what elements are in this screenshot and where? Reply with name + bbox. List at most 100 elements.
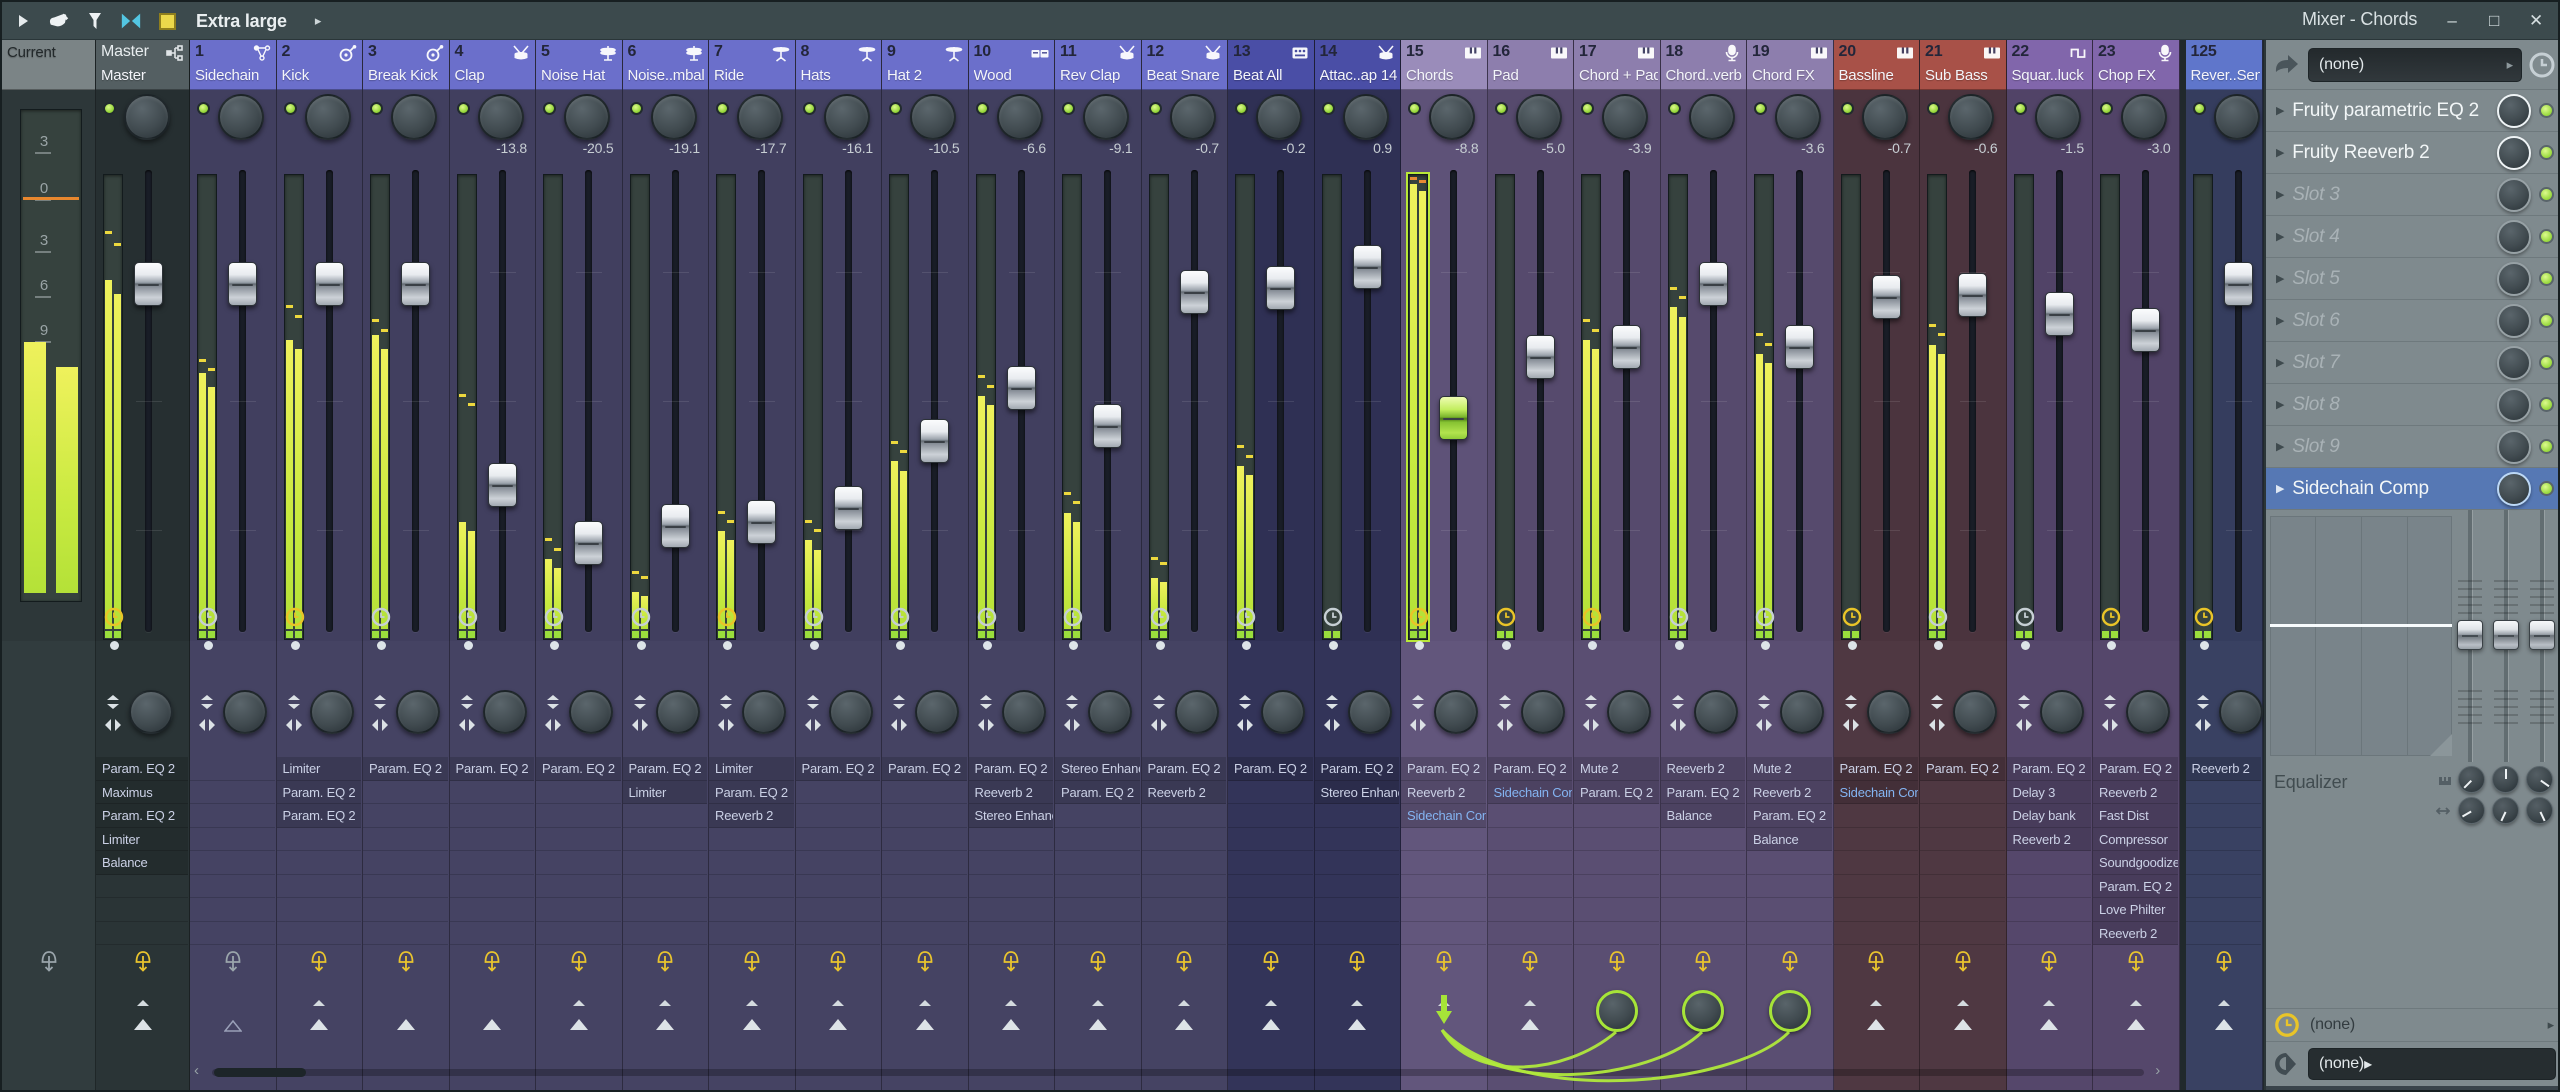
fx-slot-2[interactable]: ▶ Fruity Reeverb 2 [2266, 132, 2558, 174]
mute-led[interactable] [1321, 102, 1335, 115]
plugin-slot-row[interactable]: Reeverb 2 [1141, 780, 1226, 804]
send-caret-icon[interactable] [136, 1000, 149, 1006]
track-header[interactable]: 18 Chord..verb [1660, 40, 1746, 90]
track-delay-clock-icon[interactable] [104, 607, 124, 627]
track-header[interactable]: 5 Noise Hat [536, 40, 622, 90]
plugin-slot-row[interactable]: Param. EQ 2 [1747, 804, 1832, 828]
mixer-track-11[interactable]: 11 Rev Clap -9.1 Stereo EnhancerParam. EQ 2 [1055, 40, 1142, 1090]
fx-enable-lamp-icon[interactable] [2213, 950, 2235, 978]
track-delay-clock-icon[interactable] [198, 607, 218, 627]
funnel-icon[interactable] [84, 10, 106, 32]
slot-expand-arrow-icon[interactable]: ▶ [2276, 440, 2284, 453]
plugin-slot-row[interactable]: Param. EQ 2 [1055, 780, 1140, 804]
track-delay-clock-icon[interactable] [1755, 607, 1775, 627]
plugin-slot-row[interactable]: Param. EQ 2 [1920, 757, 2005, 781]
fx-enable-lamp-icon[interactable] [132, 950, 154, 978]
plugin-slot-row[interactable]: Sidechain Comp [1487, 780, 1572, 804]
fx-enable-lamp-icon[interactable] [1692, 950, 1714, 978]
record-arm-dot[interactable] [550, 641, 559, 650]
mixer-track-22[interactable]: 22 Squar..luck -1.5 Param. EQ 2 Delay 3 Delay… [2006, 40, 2093, 1090]
slot-expand-arrow-icon[interactable]: ▶ [2276, 314, 2284, 327]
send-caret-icon[interactable] [832, 1000, 845, 1006]
track-header[interactable]: 8 Hats [795, 40, 881, 90]
fx-mix-knob[interactable] [2497, 387, 2531, 422]
fx-mix-knob[interactable] [2497, 345, 2531, 380]
track-header[interactable]: Master Master [96, 40, 189, 90]
plugin-slot-row[interactable]: Param. EQ 2 [96, 804, 188, 828]
track-delay-clock-icon[interactable] [1063, 607, 1083, 627]
mixer-track-6[interactable]: 6 Noise..mbal -19.1 Param. EQ 2 Limiter [622, 40, 709, 1090]
send-switch-icon[interactable] [133, 1019, 152, 1030]
stereo-separation-knob[interactable] [1261, 690, 1305, 734]
pan-knob[interactable] [218, 94, 264, 140]
current-strip-header[interactable]: Current [2, 40, 95, 90]
volume-fader-handle[interactable] [1612, 324, 1641, 369]
pan-knob[interactable] [1429, 94, 1475, 140]
stereo-separation-knob[interactable] [915, 690, 959, 734]
stereo-separation-knob[interactable] [1780, 690, 1824, 734]
track-header[interactable]: 9 Hat 2 [882, 40, 968, 90]
plugin-slot-row[interactable]: Fast Dist [2093, 804, 2178, 828]
mute-led[interactable] [456, 102, 470, 115]
track-header[interactable]: 125 Rever..Send [2185, 40, 2262, 90]
volume-fader-handle[interactable] [1179, 270, 1209, 315]
fx-enable-lamp-icon[interactable] [481, 950, 503, 978]
record-arm-dot[interactable] [1847, 641, 1857, 650]
fx-slot-7[interactable]: ▶ Slot 7 [2266, 342, 2558, 384]
slot-expand-arrow-icon[interactable]: ▶ [2276, 188, 2284, 201]
record-arm-dot[interactable] [1328, 641, 1338, 650]
record-arm-dot[interactable] [809, 641, 819, 650]
mixer-track-7[interactable]: 7 Ride -17.7 Limiter Param. EQ 2 Reeverb 2 [709, 40, 796, 1090]
scrollbar-handle[interactable] [214, 1068, 306, 1077]
track-header[interactable]: 7 Ride [709, 40, 795, 90]
send-switch-icon[interactable] [1261, 1019, 1280, 1030]
pan-knob[interactable] [2213, 94, 2260, 140]
fx-enable-lamp-icon[interactable] [568, 950, 590, 978]
track-delay-clock-icon[interactable] [2194, 607, 2214, 627]
plugin-slot-row[interactable]: Param. EQ 2 [1314, 757, 1399, 781]
stereo-separation-knob[interactable] [1866, 690, 1911, 734]
mute-led[interactable] [1667, 102, 1681, 115]
plugin-slot-row[interactable]: Param. EQ 2 [276, 780, 361, 804]
record-arm-dot[interactable] [1501, 641, 1511, 650]
send-switch-icon[interactable] [2214, 1019, 2233, 1030]
track-delay-clock-icon[interactable] [1928, 607, 1948, 627]
plugin-slot-row[interactable]: Reeverb 2 [2185, 757, 2261, 781]
plugin-slot-row[interactable]: Reeverb 2 [2006, 827, 2091, 851]
mute-led[interactable] [197, 102, 210, 115]
stereo-separation-knob[interactable] [1607, 690, 1651, 734]
plugin-slot-row[interactable]: Param. EQ 2 [2006, 757, 2091, 781]
scroll-left-icon[interactable]: ‹ [194, 1062, 199, 1079]
record-arm-dot[interactable] [1415, 641, 1424, 650]
plugin-slot-row[interactable]: Reeverb 2 [1660, 757, 1745, 781]
mixer-track-23[interactable]: 23 Chop FX -3.0 Param. EQ 2 Reeverb 2 Fast Di… [2093, 40, 2180, 1090]
send-switch-icon[interactable] [396, 1019, 415, 1030]
stereo-separation-knob[interactable] [2039, 690, 2084, 734]
pan-knob[interactable] [1083, 94, 1129, 140]
fx-enable-lamp-icon[interactable] [395, 950, 417, 978]
eq-freq-knob-mid[interactable] [2492, 766, 2519, 793]
stereo-separation-knob[interactable] [1953, 690, 1997, 734]
stereo-separation-knob[interactable] [309, 690, 354, 734]
volume-fader-handle[interactable] [920, 418, 949, 463]
fx-mix-knob[interactable] [2497, 429, 2531, 464]
fx-enable-lamp-icon[interactable] [1952, 950, 1974, 978]
plugin-slot-row[interactable]: Mute 2 [1574, 757, 1659, 781]
send-switch-icon[interactable] [656, 1019, 675, 1030]
fx-slot-1[interactable]: ▶ Fruity parametric EQ 2 [2266, 90, 2558, 132]
mute-led[interactable] [975, 102, 989, 115]
track-delay-clock-icon[interactable] [977, 607, 997, 627]
mute-led[interactable] [1494, 102, 1508, 115]
plugin-slot-row[interactable]: Compressor [2093, 827, 2178, 851]
plugin-slot-row[interactable]: Stereo Enhancer [1314, 780, 1399, 804]
record-arm-dot[interactable] [2020, 641, 2030, 650]
volume-fader-handle[interactable] [1871, 274, 1901, 319]
mute-led[interactable] [1235, 102, 1248, 115]
track-header[interactable]: 1 Sidechain [190, 40, 276, 90]
fx-slot-5[interactable]: ▶ Slot 5 [2266, 258, 2558, 300]
mute-led[interactable] [2100, 102, 2113, 115]
send-switch-icon[interactable] [829, 1019, 848, 1030]
plugin-slot-row[interactable]: Reeverb 2 [1401, 780, 1486, 804]
view-size-arrow-icon[interactable]: ▸ [315, 13, 322, 29]
track-delay-clock-icon[interactable] [285, 607, 305, 627]
